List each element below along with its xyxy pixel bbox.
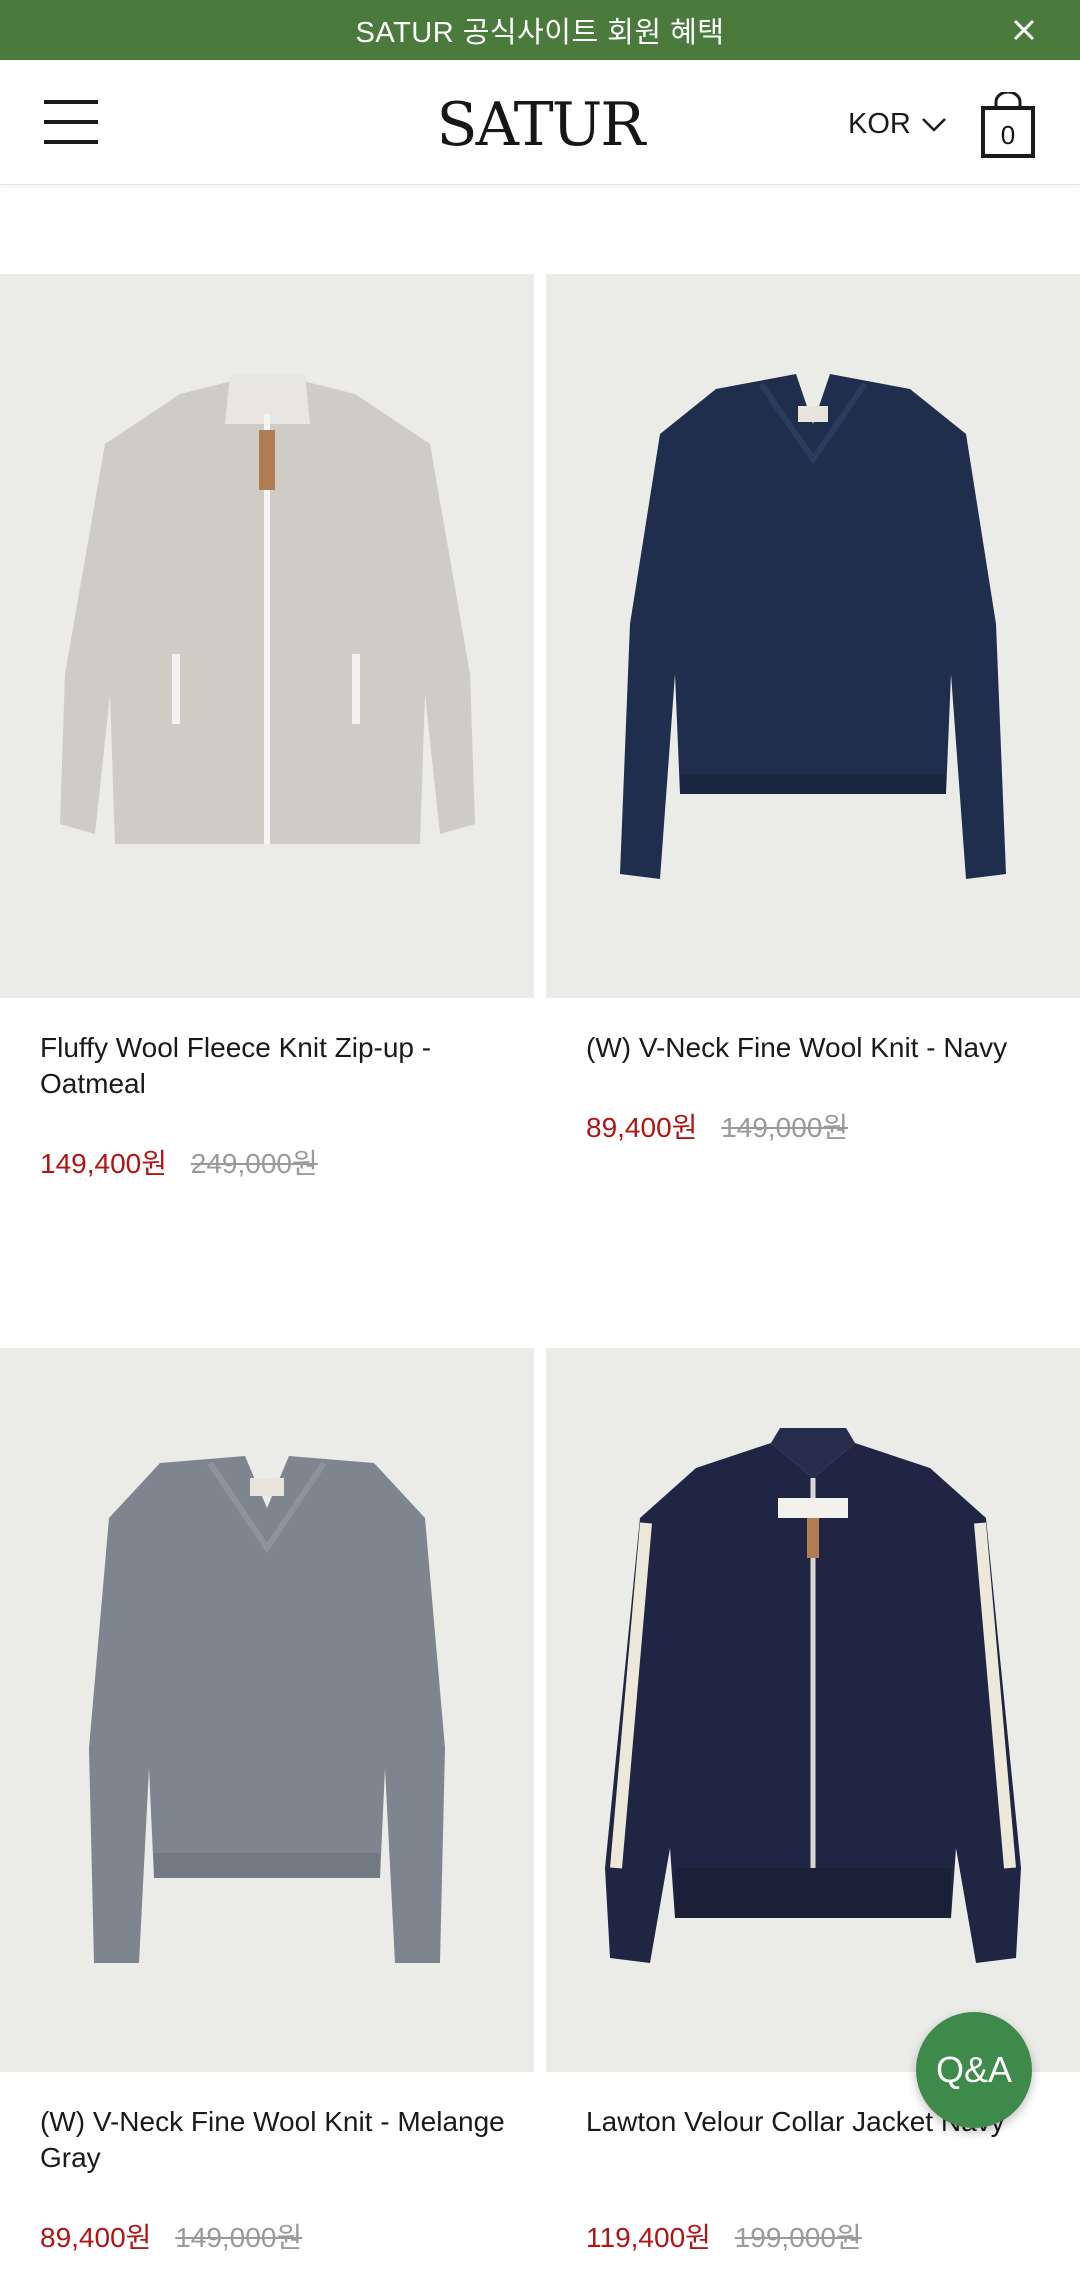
promo-banner-text: SATUR 공식사이트 회원 혜택 <box>355 17 725 49</box>
sale-price: 119,400원 <box>586 2222 711 2253</box>
product-price: 119,400원 199,000원 <box>586 2216 862 2256</box>
original-price: 149,000원 <box>721 1112 849 1143</box>
cart-count: 0 <box>1000 120 1016 150</box>
promo-banner[interactable]: SATUR 공식사이트 회원 혜택 <box>0 0 1080 60</box>
chevron-down-icon <box>921 117 946 132</box>
sale-price: 149,400원 <box>40 1148 167 1179</box>
sale-price: 89,400원 <box>586 1112 698 1143</box>
product-price: 89,400원 149,000원 <box>40 2216 302 2256</box>
language-selector[interactable]: KOR <box>848 108 947 141</box>
product-image-navy-v-neck-knit[interactable] <box>546 274 1080 998</box>
sale-price: 89,400원 <box>40 2222 152 2253</box>
product-name[interactable]: Fluffy Wool Fleece Knit Zip-up - Oatmeal <box>40 1030 510 1102</box>
product-image-navy-velour-jacket[interactable] <box>546 1348 1080 2072</box>
product-image-oatmeal-zip-up-knit[interactable] <box>0 274 534 998</box>
shopping-bag-button[interactable]: 0 <box>980 92 1036 158</box>
original-price: 199,000원 <box>734 2222 862 2253</box>
original-price: 149,000원 <box>175 2222 303 2253</box>
original-price: 249,000원 <box>190 1148 318 1179</box>
site-header: SATUR KOR 0 <box>0 60 1080 185</box>
product-name[interactable]: (W) V-Neck Fine Wool Knit - Navy <box>586 1030 1056 1066</box>
product-price: 89,400원 149,000원 <box>586 1106 848 1146</box>
close-icon[interactable] <box>1008 14 1040 46</box>
qa-button[interactable]: Q&A <box>916 2012 1032 2128</box>
product-price: 149,400원 249,000원 <box>40 1142 318 1182</box>
product-name[interactable]: (W) V-Neck Fine Wool Knit - Melange Gray <box>40 2104 510 2176</box>
language-label: KOR <box>848 108 911 140</box>
product-image-gray-v-neck-knit[interactable] <box>0 1348 534 2072</box>
